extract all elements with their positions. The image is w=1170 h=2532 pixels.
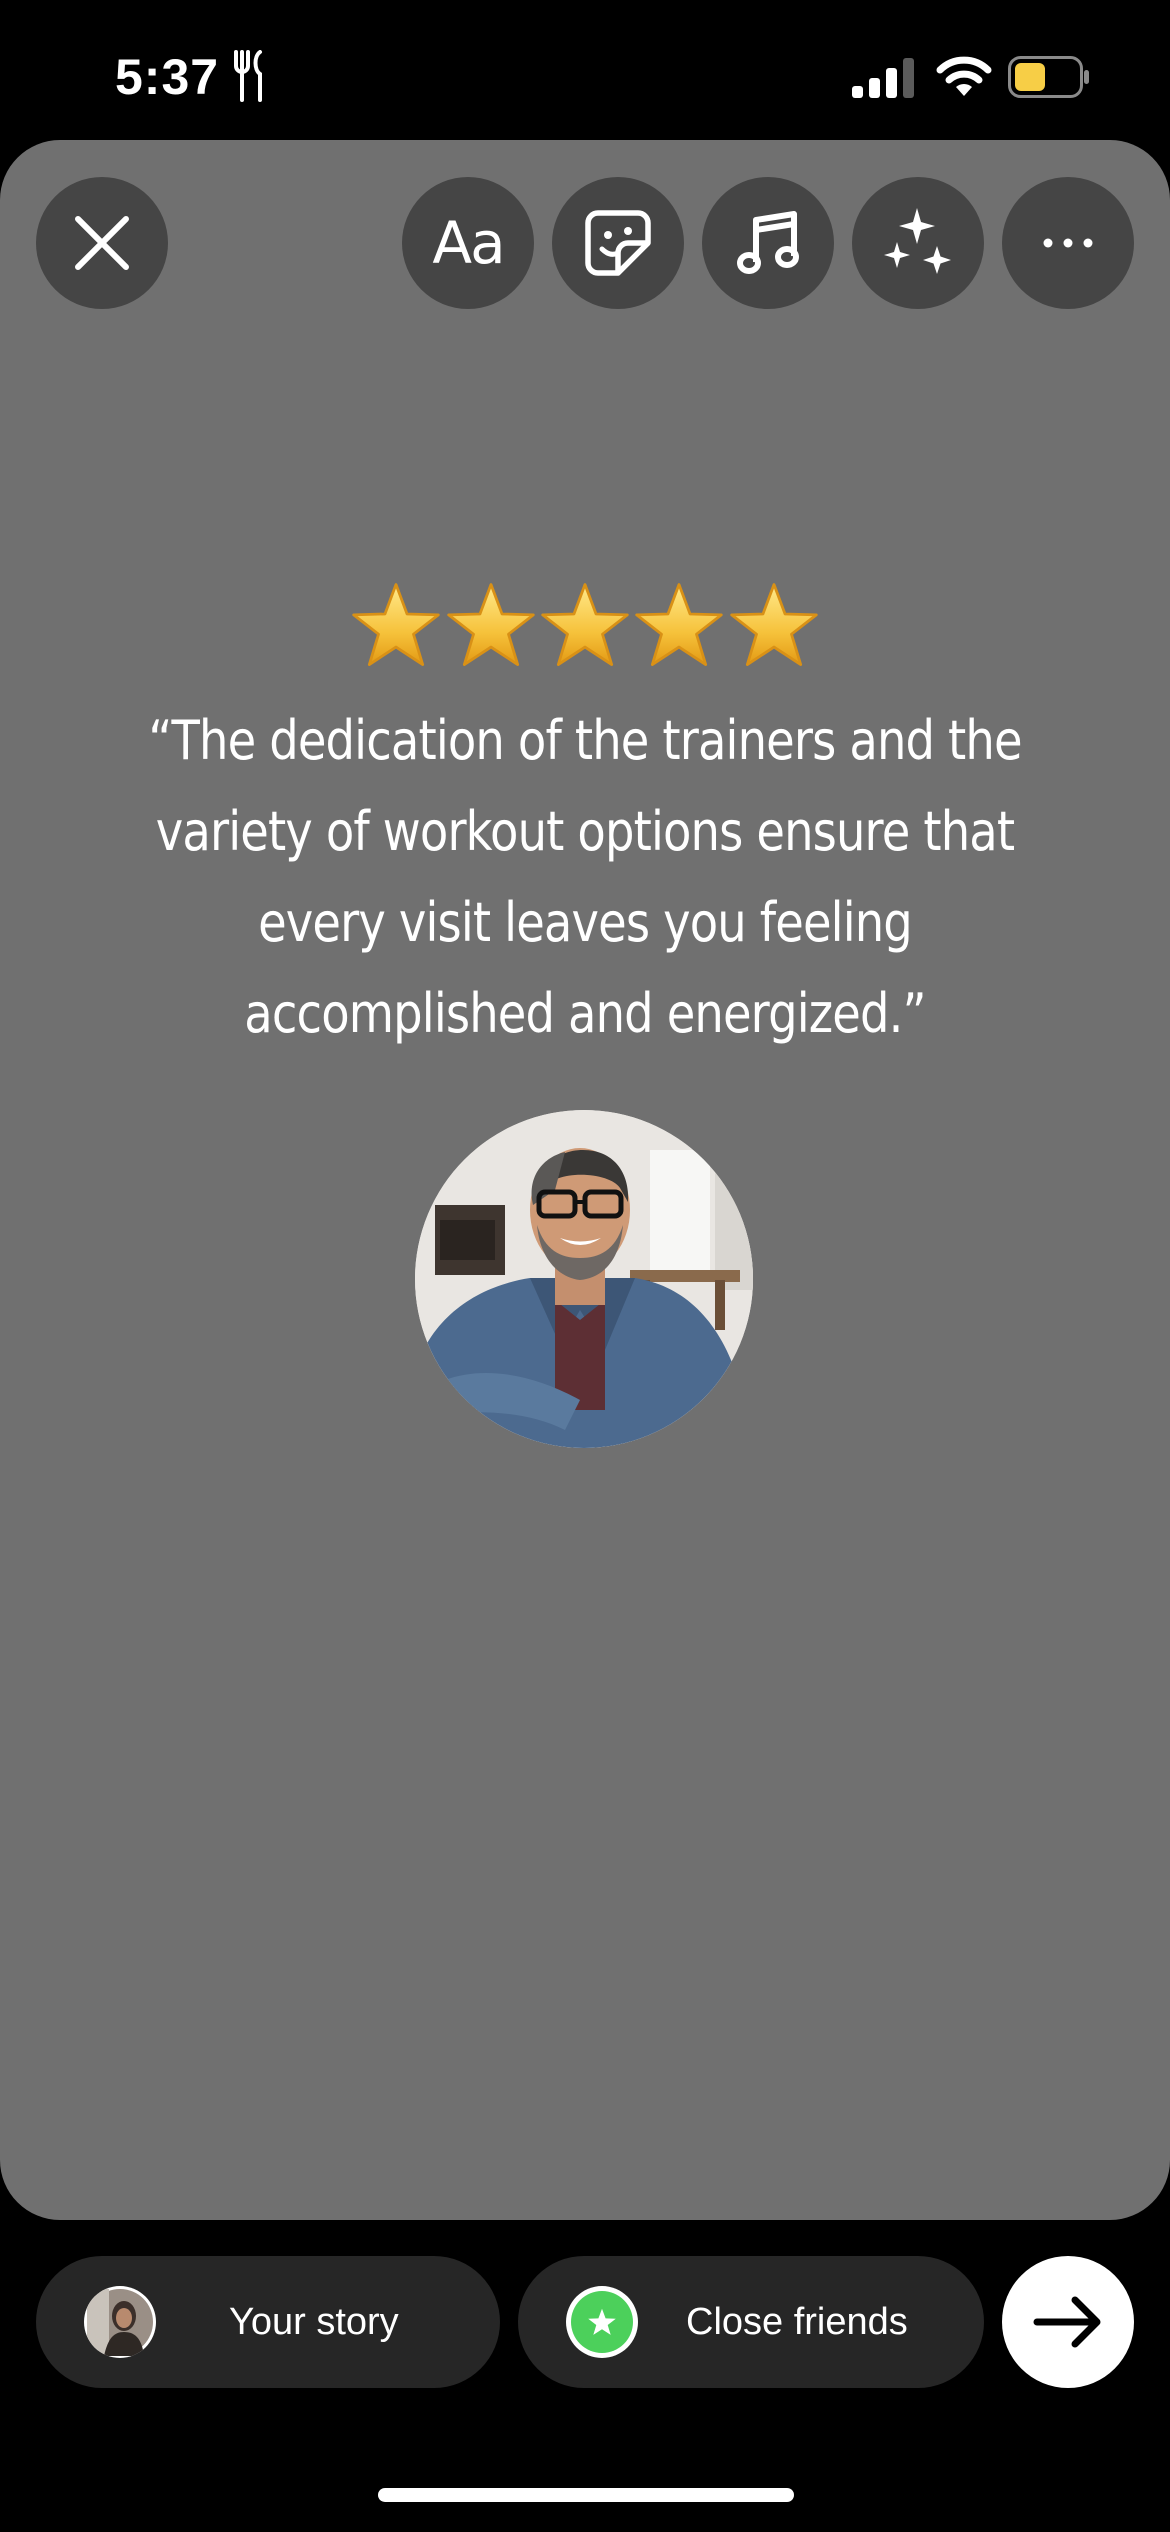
music-note-icon [737,211,799,274]
testimonial-quote[interactable]: “The dedication of the trainers and the … [134,695,1037,1059]
close-friends-label: Close friends [686,2300,908,2343]
home-indicator[interactable] [378,2488,794,2502]
star-icon [352,583,440,666]
star-icon [541,583,629,666]
person-portrait-icon [415,1110,753,1448]
arrow-right-icon [1033,2296,1101,2348]
testimonial-photo[interactable] [415,1110,753,1448]
close-friends-badge [566,2286,638,2358]
avatar-photo-icon [87,2289,153,2356]
battery-icon [1008,56,1089,98]
story-canvas[interactable]: Aa “The dedication of the trainers and t… [0,140,1170,2220]
text-tool-button[interactable]: Aa [402,177,534,309]
status-bar: 5:37 [0,0,1170,140]
cellular-signal-icon [852,58,914,98]
effects-button[interactable] [852,177,984,309]
sticker-icon [585,210,651,276]
your-story-label: Your story [229,2300,399,2343]
more-button[interactable] [1002,177,1134,309]
your-story-button[interactable]: Your story [36,2256,500,2388]
more-icon [1043,238,1093,248]
text-tool-label: Aa [432,209,505,277]
close-icon [75,216,129,270]
star-icon [730,583,818,666]
close-friends-button[interactable]: Close friends [518,2256,984,2388]
sparkles-icon [884,208,951,274]
fork-knife-icon [234,50,262,102]
star-icon [588,2308,616,2335]
user-avatar [84,2286,156,2358]
next-button[interactable] [1002,2256,1134,2388]
close-button[interactable] [36,177,168,309]
star-icon [635,583,724,666]
status-time: 5:37 [115,49,220,105]
music-button[interactable] [702,177,834,309]
star-rating [0,580,1170,675]
wifi-icon [936,56,992,96]
sticker-button[interactable] [552,177,684,309]
star-icon [446,583,535,666]
